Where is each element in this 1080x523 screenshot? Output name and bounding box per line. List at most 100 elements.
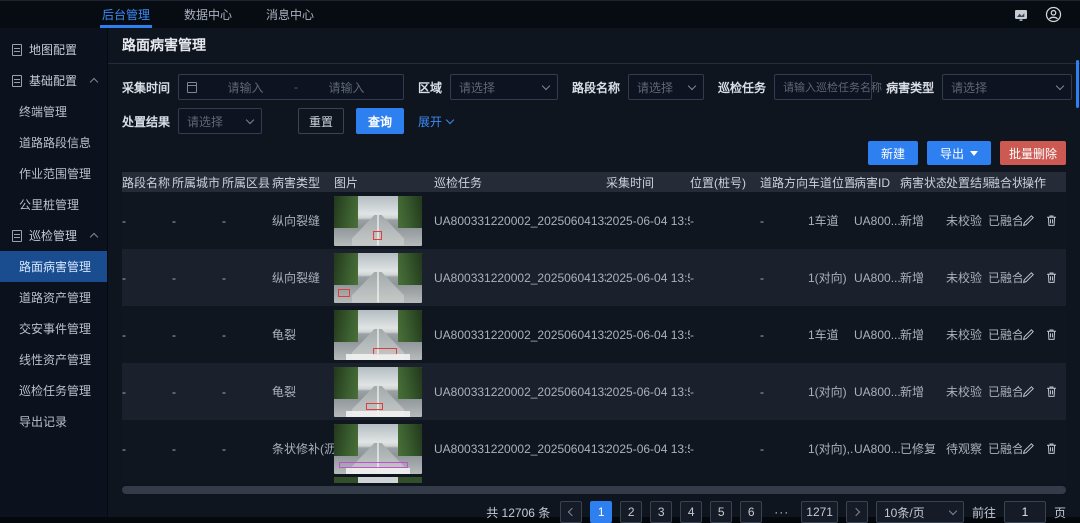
road-photo[interactable]: [334, 367, 422, 417]
cell-result: 未校验: [946, 383, 988, 400]
edit-icon[interactable]: [1022, 385, 1035, 398]
user-avatar-icon[interactable]: [1044, 6, 1062, 24]
top-nav-tab[interactable]: 数据中心: [182, 1, 234, 28]
page-button[interactable]: 4: [680, 501, 702, 523]
cell-county: -: [222, 385, 272, 399]
road-photo[interactable]: [334, 310, 422, 360]
sidebar-item[interactable]: 基础配置: [0, 65, 107, 96]
road-photo[interactable]: [334, 253, 422, 303]
cell-city: -: [172, 442, 222, 456]
delete-icon[interactable]: [1045, 442, 1058, 455]
edit-icon[interactable]: [1022, 442, 1035, 455]
sidebar-item-label: 导出记录: [19, 413, 67, 430]
table-row[interactable]: ---龟裂UA800331220002_20250604133852059202…: [122, 306, 1066, 363]
cell-collect_time: 2025-06-04 13:50: [606, 328, 690, 342]
page-body: 地图配置基础配置终端管理道路路段信息作业范围管理公里桩管理巡检管理路面病害管理道…: [0, 28, 1080, 517]
page-size-select[interactable]: 10条/页: [876, 501, 964, 523]
reset-button[interactable]: 重置: [298, 108, 344, 134]
sidebar-item[interactable]: 道路路段信息: [0, 127, 107, 158]
sidebar-item[interactable]: 导出记录: [0, 406, 107, 437]
result-select[interactable]: 请选择: [178, 108, 262, 134]
sidebar-item-label: 交安事件管理: [19, 320, 91, 337]
export-button[interactable]: 导出: [927, 141, 991, 165]
expand-link[interactable]: 展开: [418, 113, 453, 130]
cell-lane: 1(对向): [808, 383, 854, 400]
cell-image: [334, 367, 434, 417]
delete-icon[interactable]: [1045, 385, 1058, 398]
table-row[interactable]: ---纵向裂缝UA800331220002_202506041338520592…: [122, 192, 1066, 249]
next-page-button[interactable]: [846, 501, 868, 523]
sidebar-item-label: 作业范围管理: [19, 165, 91, 182]
region-select[interactable]: 请选择: [450, 74, 558, 100]
sidebar-item[interactable]: 交安事件管理: [0, 313, 107, 344]
task-input[interactable]: 请输入巡检任务名称: [774, 74, 872, 100]
column-header-lane: 车道位置: [808, 174, 854, 191]
cell-lane: 1车道: [808, 326, 854, 343]
vertical-scrollbar[interactable]: [1076, 60, 1079, 108]
page-button[interactable]: 3: [650, 501, 672, 523]
task-field: 巡检任务 请输入巡检任务名称: [718, 74, 872, 100]
calendar-icon: [187, 82, 197, 93]
table-row[interactable]: ---纵向裂缝UA800331220002_202506041338520592…: [122, 249, 1066, 306]
delete-icon[interactable]: [1045, 328, 1058, 341]
page-button[interactable]: 1271: [801, 501, 838, 523]
delete-icon[interactable]: [1045, 271, 1058, 284]
road-photo[interactable]: [334, 424, 422, 474]
chevron-down-icon: [688, 81, 696, 89]
sidebar-item-label: 巡检管理: [29, 227, 77, 244]
sidebar-item[interactable]: 巡检任务管理: [0, 375, 107, 406]
cell-damage_id: UA800...: [854, 214, 900, 228]
map-config-icon: [12, 44, 22, 56]
page-button[interactable]: 6: [740, 501, 762, 523]
page-button[interactable]: 1: [590, 501, 612, 523]
edit-icon[interactable]: [1022, 271, 1035, 284]
delete-icon[interactable]: [1045, 214, 1058, 227]
cell-damage_type: 条状修补(沥青): [272, 440, 334, 457]
table-row[interactable]: ---龟裂UA800331220002_20250604133852059202…: [122, 363, 1066, 420]
cell-direction: -: [760, 442, 808, 456]
sidebar-item[interactable]: 地图配置: [0, 34, 107, 65]
road-name-select[interactable]: 请选择: [628, 74, 704, 100]
top-nav-tab[interactable]: 消息中心: [264, 1, 316, 28]
cell-damage_id: UA800...: [854, 442, 900, 456]
edit-icon[interactable]: [1022, 328, 1035, 341]
page-button[interactable]: 2: [620, 501, 642, 523]
edit-icon[interactable]: [1022, 214, 1035, 227]
sidebar-item[interactable]: 路面病害管理: [0, 251, 107, 282]
screen-monitor-icon[interactable]: [1012, 6, 1030, 24]
sidebar-item[interactable]: 作业范围管理: [0, 158, 107, 189]
cell-collect_time: 2025-06-04 13:50: [606, 271, 690, 285]
sidebar-item[interactable]: 巡检管理: [0, 220, 107, 251]
batch-delete-button[interactable]: 批量删除: [1000, 141, 1066, 165]
collect-time-range-input[interactable]: 请输入 - 请输入: [178, 74, 404, 100]
cell-direction: -: [760, 214, 808, 228]
topbar-icons: [1012, 6, 1080, 24]
prev-page-button[interactable]: [560, 501, 582, 523]
top-nav-tab[interactable]: 后台管理: [100, 1, 152, 28]
sidebar-item[interactable]: 线性资产管理: [0, 344, 107, 375]
page-button[interactable]: 5: [710, 501, 732, 523]
page-ellipsis[interactable]: ···: [770, 501, 793, 523]
sidebar-item[interactable]: 终端管理: [0, 96, 107, 127]
cell-damage_id: UA800...: [854, 385, 900, 399]
partial-next-row: [122, 477, 1066, 483]
cell-actions: [1022, 271, 1066, 284]
damage-type-select[interactable]: 请选择: [942, 74, 1072, 100]
horizontal-scrollbar[interactable]: [122, 486, 1066, 494]
sidebar-item-label: 巡检任务管理: [19, 382, 91, 399]
damage-type-label: 病害类型: [886, 79, 934, 96]
app-root: 后台管理 数据中心 消息中心 地图配置基础配置终端管理道路路段信息作业范围管理公里桩…: [0, 0, 1080, 521]
column-header-image: 图片: [334, 174, 434, 191]
page-header: 路面病害管理: [108, 28, 1080, 64]
table-row[interactable]: ---条状修补(沥青)UA800331220002_20250604133852…: [122, 420, 1066, 477]
date-end-placeholder: 请输入: [328, 79, 364, 96]
cell-image: [334, 196, 434, 246]
result-field: 处置结果 请选择: [122, 108, 262, 134]
query-button[interactable]: 查询: [356, 108, 404, 134]
new-button[interactable]: 新建: [868, 141, 918, 165]
sidebar-item[interactable]: 公里桩管理: [0, 189, 107, 220]
goto-page-input[interactable]: [1004, 501, 1046, 523]
filter-row-2: 处置结果 请选择 重置 查询 展开: [122, 108, 1066, 134]
sidebar-item[interactable]: 道路资产管理: [0, 282, 107, 313]
road-photo[interactable]: [334, 196, 422, 246]
